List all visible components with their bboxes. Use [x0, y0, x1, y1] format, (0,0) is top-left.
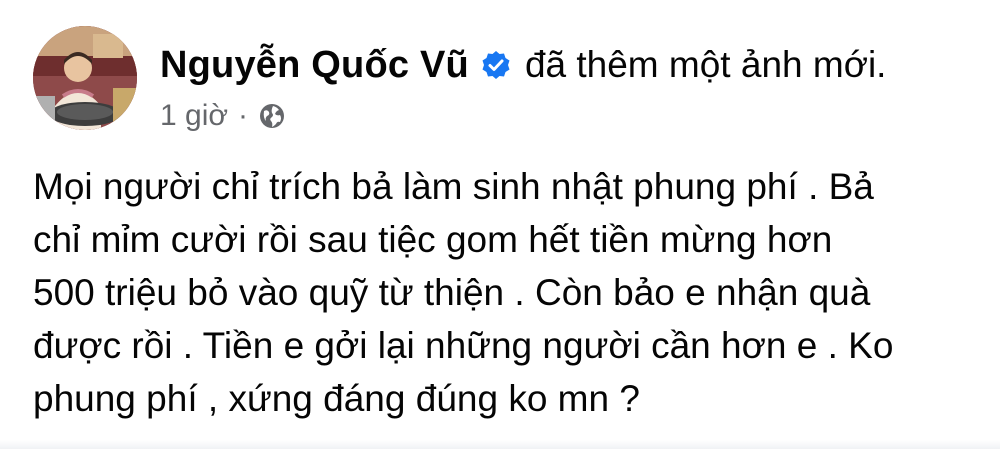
avatar-photo — [33, 26, 137, 130]
author-name[interactable]: Nguyễn Quốc Vũ — [160, 44, 469, 87]
post-text-line: Mọi người chỉ trích bả làm sinh nhật phu… — [33, 166, 874, 207]
post-text-line: được rồi . Tiền e gởi lại những người cầ… — [33, 325, 894, 366]
post-text-line: chỉ mỉm cười rồi sau tiệc gom hết tiền m… — [33, 219, 833, 260]
post-divider — [0, 440, 1000, 449]
post-meta: 1 giờ · — [160, 96, 286, 136]
post-body-text: Mọi người chỉ trích bả làm sinh nhật phu… — [33, 160, 973, 425]
meta-separator: · — [238, 99, 249, 132]
post-text-line: 500 triệu bỏ vào quỹ từ thiện . Còn bảo … — [33, 272, 871, 313]
post-header: Nguyễn Quốc Vũ đã thêm một ảnh mới. — [160, 40, 886, 90]
facebook-post: Nguyễn Quốc Vũ đã thêm một ảnh mới. 1 gi… — [0, 0, 1000, 449]
author-avatar[interactable] — [33, 26, 137, 130]
globe-icon[interactable] — [258, 102, 286, 130]
post-timestamp[interactable]: 1 giờ — [160, 99, 228, 133]
post-action-text: đã thêm một ảnh mới. — [524, 44, 887, 85]
post-text-line: phung phí , xứng đáng đúng ko mn ? — [33, 378, 640, 419]
verified-badge-icon — [481, 50, 511, 80]
